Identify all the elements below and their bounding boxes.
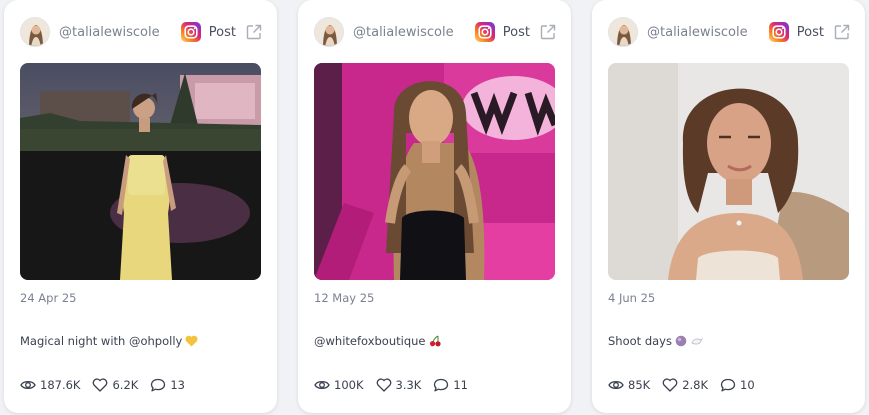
- post-caption: @whitefoxboutique: [314, 334, 557, 350]
- caption-text: Magical night with @ohpolly: [20, 334, 183, 348]
- yellow-heart-emoji: [185, 335, 198, 350]
- caption-text: Shoot days: [608, 334, 672, 348]
- comments-stat: 13: [150, 377, 185, 393]
- caption-text: @whitefoxboutique: [314, 334, 426, 348]
- comment-icon: [151, 378, 166, 392]
- card-header: @talialewiscole Post: [608, 16, 851, 48]
- post-stats: 85K 2.8K 10: [608, 377, 767, 393]
- comment-icon: [720, 378, 736, 392]
- post-date: 12 May 25: [314, 291, 375, 305]
- avatar[interactable]: [314, 17, 344, 47]
- account-handle[interactable]: @talialewiscole: [647, 25, 748, 40]
- heart-icon: [376, 378, 391, 392]
- post-date: 24 Apr 25: [20, 291, 77, 305]
- card-header: @talialewiscole Post: [314, 16, 557, 48]
- avatar[interactable]: [608, 17, 638, 47]
- post-stats: 187.6K 6.2K 13: [20, 377, 197, 393]
- post-type-label: Post: [796, 24, 824, 40]
- comments-count: 11: [453, 378, 468, 392]
- comments-count: 13: [170, 378, 185, 392]
- instagram-icon: [180, 22, 201, 42]
- comments-stat: 10: [720, 377, 755, 393]
- likes-count: 6.2K: [112, 378, 139, 392]
- external-link-icon[interactable]: [245, 23, 263, 41]
- avatar[interactable]: [20, 17, 50, 47]
- instagram-icon: [474, 22, 495, 42]
- external-link-icon[interactable]: [833, 23, 851, 41]
- post-stats: 100K 3.3K 11: [314, 377, 480, 393]
- cherries-emoji: [429, 335, 442, 350]
- post-image[interactable]: [314, 63, 555, 280]
- post-type-label: Post: [208, 24, 236, 40]
- post-card[interactable]: @talialewiscole Post 12 May 25 @whitefox…: [298, 0, 571, 413]
- likes-count: 2.8K: [682, 378, 709, 392]
- post-image[interactable]: [20, 63, 261, 280]
- likes-stat: 2.8K: [662, 377, 708, 393]
- post-image[interactable]: [608, 63, 849, 280]
- white-bird-emoji: [690, 335, 703, 350]
- account-handle[interactable]: @talialewiscole: [59, 25, 160, 40]
- post-type-label: Post: [502, 24, 530, 40]
- eye-icon: [20, 380, 36, 390]
- external-link-icon[interactable]: [539, 23, 557, 41]
- likes-stat: 6.2K: [92, 377, 138, 393]
- card-header: @talialewiscole Post: [20, 16, 263, 48]
- views-stat: 85K: [608, 377, 650, 393]
- likes-stat: 3.3K: [376, 377, 422, 393]
- heart-icon: [662, 378, 678, 392]
- views-stat: 100K: [314, 377, 364, 393]
- likes-count: 3.3K: [395, 378, 422, 392]
- views-stat: 187.6K: [20, 377, 80, 393]
- post-date: 4 Jun 25: [608, 291, 656, 305]
- comments-stat: 11: [433, 377, 468, 393]
- post-caption: Magical night with @ohpolly: [20, 334, 263, 350]
- views-count: 100K: [334, 378, 364, 392]
- post-caption: Shoot days: [608, 334, 851, 350]
- instagram-icon: [768, 22, 789, 42]
- account-handle[interactable]: @talialewiscole: [353, 25, 454, 40]
- purple-circle-emoji: [675, 335, 687, 350]
- eye-icon: [608, 380, 624, 390]
- views-count: 85K: [628, 378, 651, 392]
- eye-icon: [314, 380, 330, 390]
- post-card[interactable]: @talialewiscole Post 24 Apr 25 Magical n…: [4, 0, 277, 413]
- post-card[interactable]: @talialewiscole Post 4 Jun 25 Shoot days…: [592, 0, 865, 413]
- views-count: 187.6K: [40, 378, 81, 392]
- comment-icon: [434, 378, 449, 392]
- comments-count: 10: [740, 378, 755, 392]
- heart-icon: [93, 378, 108, 392]
